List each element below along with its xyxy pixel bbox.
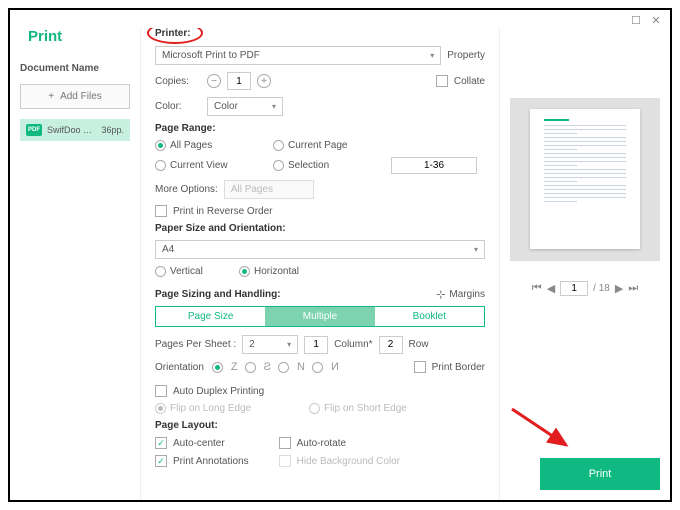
- pager-total: / 18: [593, 283, 610, 294]
- row-input[interactable]: [379, 336, 403, 354]
- maximize-icon[interactable]: ☐: [628, 13, 644, 27]
- auto-duplex-label: Auto Duplex Printing: [173, 386, 264, 397]
- file-list-item[interactable]: PDF SwifDoo PDF ... 36pp.: [20, 119, 130, 141]
- page-title: Print: [20, 28, 130, 45]
- print-annotations-checkbox[interactable]: ✓: [155, 455, 167, 467]
- pager-last[interactable]: ⏭: [628, 282, 638, 295]
- reverse-order-checkbox[interactable]: [155, 205, 167, 217]
- paper-title: Paper Size and Orientation:: [155, 223, 485, 234]
- pps-label: Pages Per Sheet :: [155, 339, 236, 350]
- orient-z[interactable]: [212, 362, 223, 373]
- add-files-button[interactable]: + Add Files: [20, 84, 130, 109]
- auto-center-checkbox[interactable]: ✓: [155, 437, 167, 449]
- row-label: Row: [409, 339, 429, 350]
- orientation-label: Orientation: [155, 362, 204, 373]
- margins-icon: ⊹: [436, 288, 445, 301]
- layout-title: Page Layout:: [155, 420, 485, 431]
- tab-booklet[interactable]: Booklet: [375, 307, 484, 326]
- page-range-title: Page Range:: [155, 123, 485, 134]
- reverse-order-label: Print in Reverse Order: [173, 206, 272, 217]
- orient-n2[interactable]: [312, 362, 323, 373]
- pager-prev[interactable]: ◀: [547, 282, 555, 295]
- auto-duplex-checkbox[interactable]: [155, 385, 167, 397]
- column-input[interactable]: [304, 336, 328, 354]
- radio-all-pages[interactable]: [155, 140, 166, 151]
- color-label: Color:: [155, 101, 201, 112]
- paper-size-select[interactable]: A4 ▾: [155, 240, 485, 259]
- preview-page: [530, 109, 640, 249]
- sizing-title: Page Sizing and Handling:: [155, 289, 281, 300]
- collate-checkbox[interactable]: [436, 75, 448, 87]
- radio-current-page[interactable]: [273, 140, 284, 151]
- print-border-label: Print Border: [432, 362, 485, 373]
- margins-link[interactable]: Margins: [449, 289, 485, 300]
- pager-input[interactable]: [560, 281, 588, 296]
- copies-increment[interactable]: +: [257, 74, 271, 88]
- chevron-down-icon: ▾: [474, 245, 478, 254]
- column-label: Column*: [334, 339, 372, 350]
- printer-select[interactable]: Microsoft Print to PDF ▾: [155, 46, 441, 65]
- copies-input[interactable]: [227, 72, 251, 90]
- radio-flip-long: [155, 403, 166, 414]
- radio-vertical[interactable]: [155, 266, 166, 277]
- collate-label: Collate: [454, 76, 485, 87]
- chevron-down-icon: ▾: [287, 340, 291, 349]
- more-options-select: All Pages: [224, 180, 314, 199]
- doc-name-label: Document Name: [20, 63, 130, 74]
- print-button[interactable]: Print: [540, 458, 660, 490]
- selection-range-input[interactable]: [391, 157, 477, 174]
- color-select[interactable]: Color ▾: [207, 97, 283, 116]
- hide-bg-checkbox: [279, 455, 291, 467]
- printer-label: Printer:: [155, 28, 201, 39]
- copies-decrement[interactable]: −: [207, 74, 221, 88]
- tab-page-size[interactable]: Page Size: [156, 307, 265, 326]
- radio-flip-short: [309, 403, 320, 414]
- pager-first[interactable]: ⏮: [532, 282, 542, 295]
- radio-selection[interactable]: [273, 160, 284, 171]
- radio-horizontal[interactable]: [239, 266, 250, 277]
- chevron-down-icon: ▾: [272, 102, 276, 111]
- auto-rotate-checkbox[interactable]: [279, 437, 291, 449]
- radio-current-view[interactable]: [155, 160, 166, 171]
- more-options-label: More Options:: [155, 184, 218, 195]
- print-border-checkbox[interactable]: [414, 361, 426, 373]
- copies-label: Copies:: [155, 76, 201, 87]
- orient-n[interactable]: [278, 362, 289, 373]
- property-link[interactable]: Property: [447, 50, 485, 61]
- preview-area: [510, 98, 660, 261]
- chevron-down-icon: ▾: [430, 51, 434, 60]
- pager-next[interactable]: ▶: [615, 282, 623, 295]
- tab-multiple[interactable]: Multiple: [265, 307, 374, 326]
- pdf-icon: PDF: [26, 124, 42, 136]
- orient-s[interactable]: [245, 362, 256, 373]
- pps-select[interactable]: 2 ▾: [242, 335, 298, 354]
- plus-icon: +: [48, 91, 54, 102]
- close-icon[interactable]: ✕: [648, 13, 664, 27]
